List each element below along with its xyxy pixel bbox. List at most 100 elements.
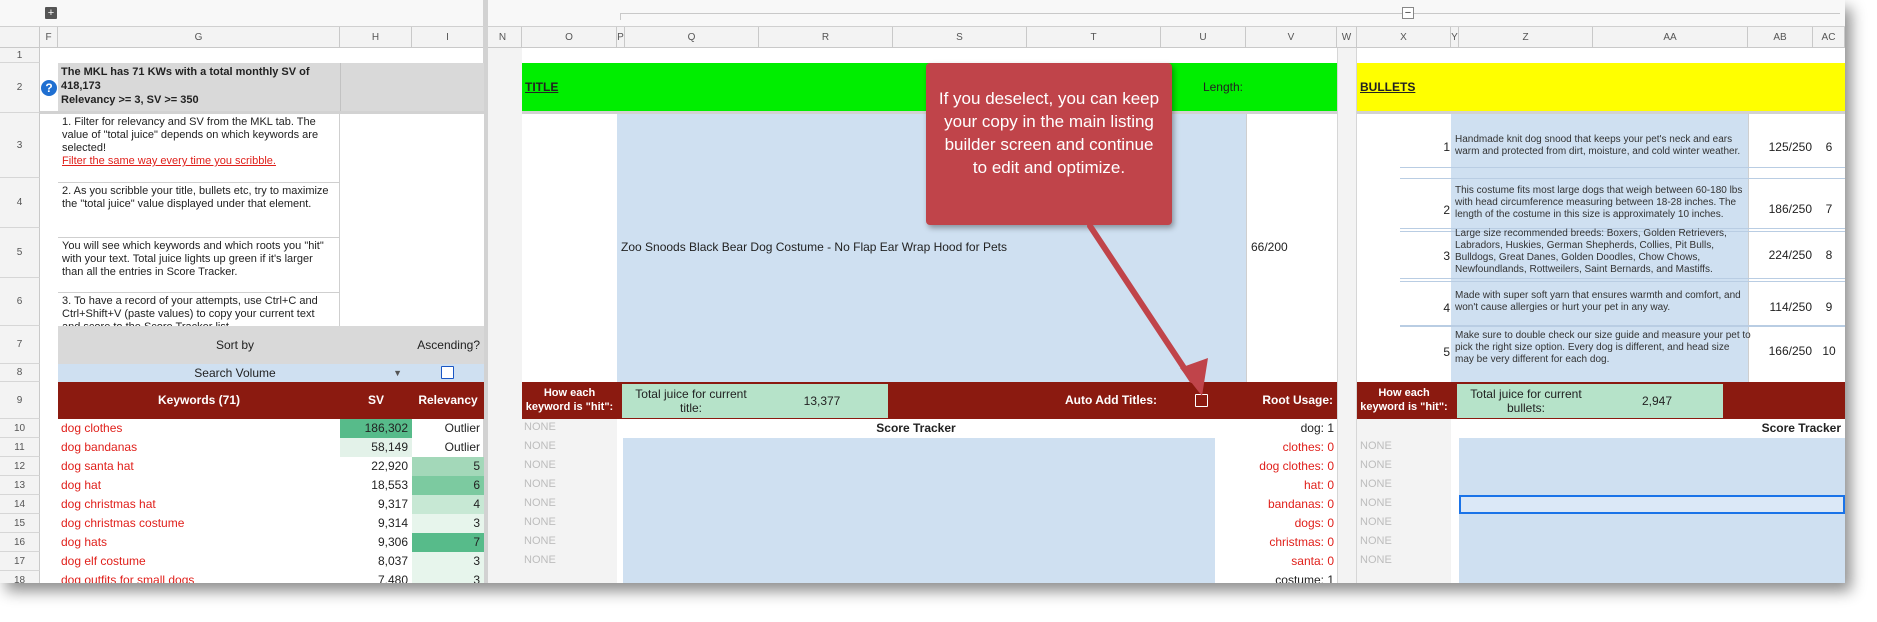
col-header-z[interactable]: Z: [1459, 27, 1593, 48]
table-row[interactable]: dog outfits for small dogs 7,480 3: [58, 571, 484, 583]
table-row[interactable]: dog hats 9,306 7: [58, 533, 484, 552]
kw-sv: 22,920: [371, 459, 408, 473]
row-header[interactable]: 15: [0, 514, 40, 533]
title-none: NONE: [524, 497, 556, 509]
table-row[interactable]: dog bandanas 58,149 Outlier: [58, 438, 484, 457]
root-usage-item: dog clothes: 0: [1259, 459, 1334, 473]
row-header[interactable]: 18: [0, 571, 40, 583]
table-row[interactable]: dog christmas hat 9,317 4: [58, 495, 484, 514]
col-header-ab[interactable]: AB: [1748, 27, 1813, 48]
title-hit-label: How each keyword is "hit":: [525, 387, 614, 413]
kw-name: dog christmas hat: [61, 497, 156, 511]
row-header[interactable]: 13: [0, 476, 40, 495]
row-header[interactable]: 4: [0, 178, 40, 228]
kw-col-keywords[interactable]: Keywords (71): [58, 382, 340, 419]
kw-relevancy: Outlier: [444, 440, 480, 454]
col-header-aa[interactable]: AA: [1593, 27, 1748, 48]
row-header[interactable]: 2: [0, 63, 40, 113]
col-header-r[interactable]: R: [759, 27, 893, 48]
col-header-q[interactable]: Q: [625, 27, 759, 48]
root-usage-item: bandanas: 0: [1267, 497, 1334, 511]
col-header-x[interactable]: X: [1357, 27, 1451, 48]
table-row[interactable]: dog christmas costume 9,314 3: [58, 514, 484, 533]
title-length-cell: 66/200: [1246, 114, 1337, 382]
title-tracker-area[interactable]: [617, 438, 1215, 583]
summary-line-2: Relevancy >= 3, SV >= 350: [61, 94, 199, 106]
col-header-g[interactable]: G: [58, 27, 340, 48]
ascending-label: Ascending?: [417, 338, 480, 352]
col-header-v[interactable]: V: [1246, 27, 1337, 48]
kw-relevancy: 6: [412, 476, 484, 495]
title-juice-cell: Total juice for current title: 13,377: [622, 384, 888, 418]
selected-cell[interactable]: [1459, 495, 1845, 514]
col-header-y[interactable]: Y: [1451, 27, 1459, 48]
bullet-number: 5: [1443, 345, 1450, 359]
row-header[interactable]: 6: [0, 278, 40, 326]
bullet-text[interactable]: Large size recommended breeds: Boxers, G…: [1455, 228, 1751, 276]
col-header-o[interactable]: O: [522, 27, 617, 48]
col-header-ac[interactable]: AC: [1813, 27, 1845, 48]
ascending-checkbox[interactable]: [441, 366, 454, 379]
col-header-f[interactable]: F: [40, 27, 58, 48]
w-gutter: [1337, 48, 1357, 583]
col-header-u[interactable]: U: [1161, 27, 1246, 48]
kw-relevancy: 5: [412, 457, 484, 476]
dropdown-arrow-icon[interactable]: ▼: [393, 364, 402, 382]
minus-box-icon[interactable]: −: [1402, 7, 1414, 19]
bullet-text[interactable]: Made with super soft yarn that ensures w…: [1455, 290, 1751, 314]
bullet-text[interactable]: Make sure to double check our size guide…: [1455, 330, 1751, 366]
kw-name: dog outfits for small dogs: [61, 573, 195, 583]
title-header: TITLE: [525, 80, 559, 94]
row-header[interactable]: 9: [0, 382, 40, 419]
kw-col-sv[interactable]: SV: [340, 382, 412, 419]
kw-col-relevancy[interactable]: Relevancy: [412, 382, 484, 419]
root-usage-item: dog: 1: [1300, 421, 1334, 435]
kw-sv: 9,306: [377, 535, 408, 549]
row-header[interactable]: 17: [0, 552, 40, 571]
table-row[interactable]: dog hat 18,553 6: [58, 476, 484, 495]
col-header-n[interactable]: N: [484, 27, 522, 48]
row-header[interactable]: 8: [0, 364, 40, 382]
col-header-t[interactable]: T: [1027, 27, 1161, 48]
row-header[interactable]: 16: [0, 533, 40, 552]
title-text[interactable]: Zoo Snoods Black Bear Dog Costume - No F…: [617, 240, 1007, 254]
col-header-i[interactable]: I: [412, 27, 484, 48]
row-header[interactable]: 12: [0, 457, 40, 476]
kw-sv: 186,302: [340, 419, 412, 438]
kw-name: dog hats: [61, 535, 108, 549]
table-row[interactable]: dog clothes 186,302 Outlier: [58, 419, 484, 438]
row-header[interactable]: 7: [0, 326, 40, 364]
kw-sv: 7,480: [377, 573, 408, 583]
instruction-2: 2. As you scribble your title, bullets e…: [58, 183, 339, 238]
summary-line-1: The MKL has 71 KWs with a total monthly …: [61, 66, 310, 92]
plus-box-icon[interactable]: +: [45, 7, 57, 19]
col-header-h[interactable]: H: [340, 27, 412, 48]
row-header[interactable]: 11: [0, 438, 40, 457]
bullet-text[interactable]: Handmade knit dog snood that keeps your …: [1455, 134, 1751, 158]
root-usage-item: hat: 0: [1303, 478, 1334, 492]
help-icon[interactable]: ?: [41, 80, 57, 96]
row-header[interactable]: 1: [0, 48, 40, 63]
root-usage-item: santa: 0: [1291, 554, 1334, 568]
row-header[interactable]: 10: [0, 419, 40, 438]
col-header-s[interactable]: S: [893, 27, 1027, 48]
table-row[interactable]: dog elf costume 8,037 3: [58, 552, 484, 571]
bullet-index: 9: [1825, 300, 1833, 314]
col-header-p[interactable]: P: [617, 27, 625, 48]
table-row[interactable]: dog santa hat 22,920 5: [58, 457, 484, 476]
kw-table-header: Keywords (71) SV Relevancy: [58, 382, 484, 419]
bullet-count: 224/250: [1768, 248, 1812, 262]
kw-relevancy: Outlier: [444, 421, 480, 435]
sort-select[interactable]: Search Volume ▼: [58, 364, 412, 382]
col-header-w[interactable]: W: [1337, 27, 1357, 48]
row-header[interactable]: 14: [0, 495, 40, 514]
instruction-3: You will see which keywords and which ro…: [58, 238, 339, 293]
kw-sv: 9,317: [377, 497, 408, 511]
title-tracker-fill[interactable]: [623, 438, 1215, 583]
row-header[interactable]: 3: [0, 113, 40, 178]
row-header[interactable]: 5: [0, 228, 40, 278]
bullets-none: NONE: [1360, 478, 1392, 490]
bullets-header: BULLETS: [1360, 80, 1416, 94]
bullet-text[interactable]: This costume fits most large dogs that w…: [1455, 185, 1751, 221]
kw-relevancy: 3: [412, 571, 484, 583]
